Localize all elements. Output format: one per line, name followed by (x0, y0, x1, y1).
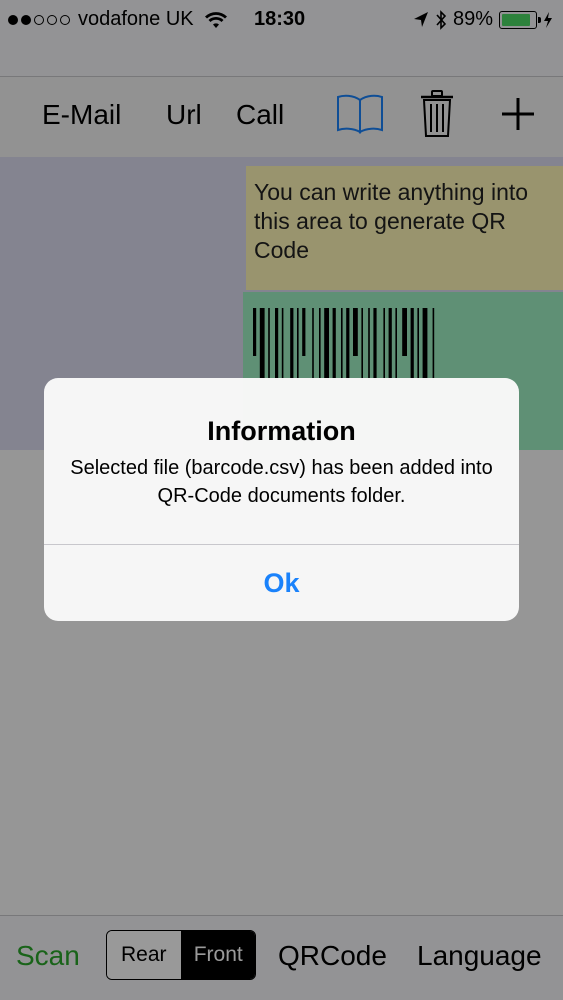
app-screen: vodafone UK 18:30 89% E-Mail Url Call Yo… (0, 0, 563, 1000)
alert-ok-button[interactable]: Ok (44, 545, 519, 621)
alert-message: Selected file (barcode.csv) has been add… (70, 457, 493, 507)
information-alert: Information Selected file (barcode.csv) … (44, 378, 519, 621)
alert-title: Information (207, 416, 356, 446)
